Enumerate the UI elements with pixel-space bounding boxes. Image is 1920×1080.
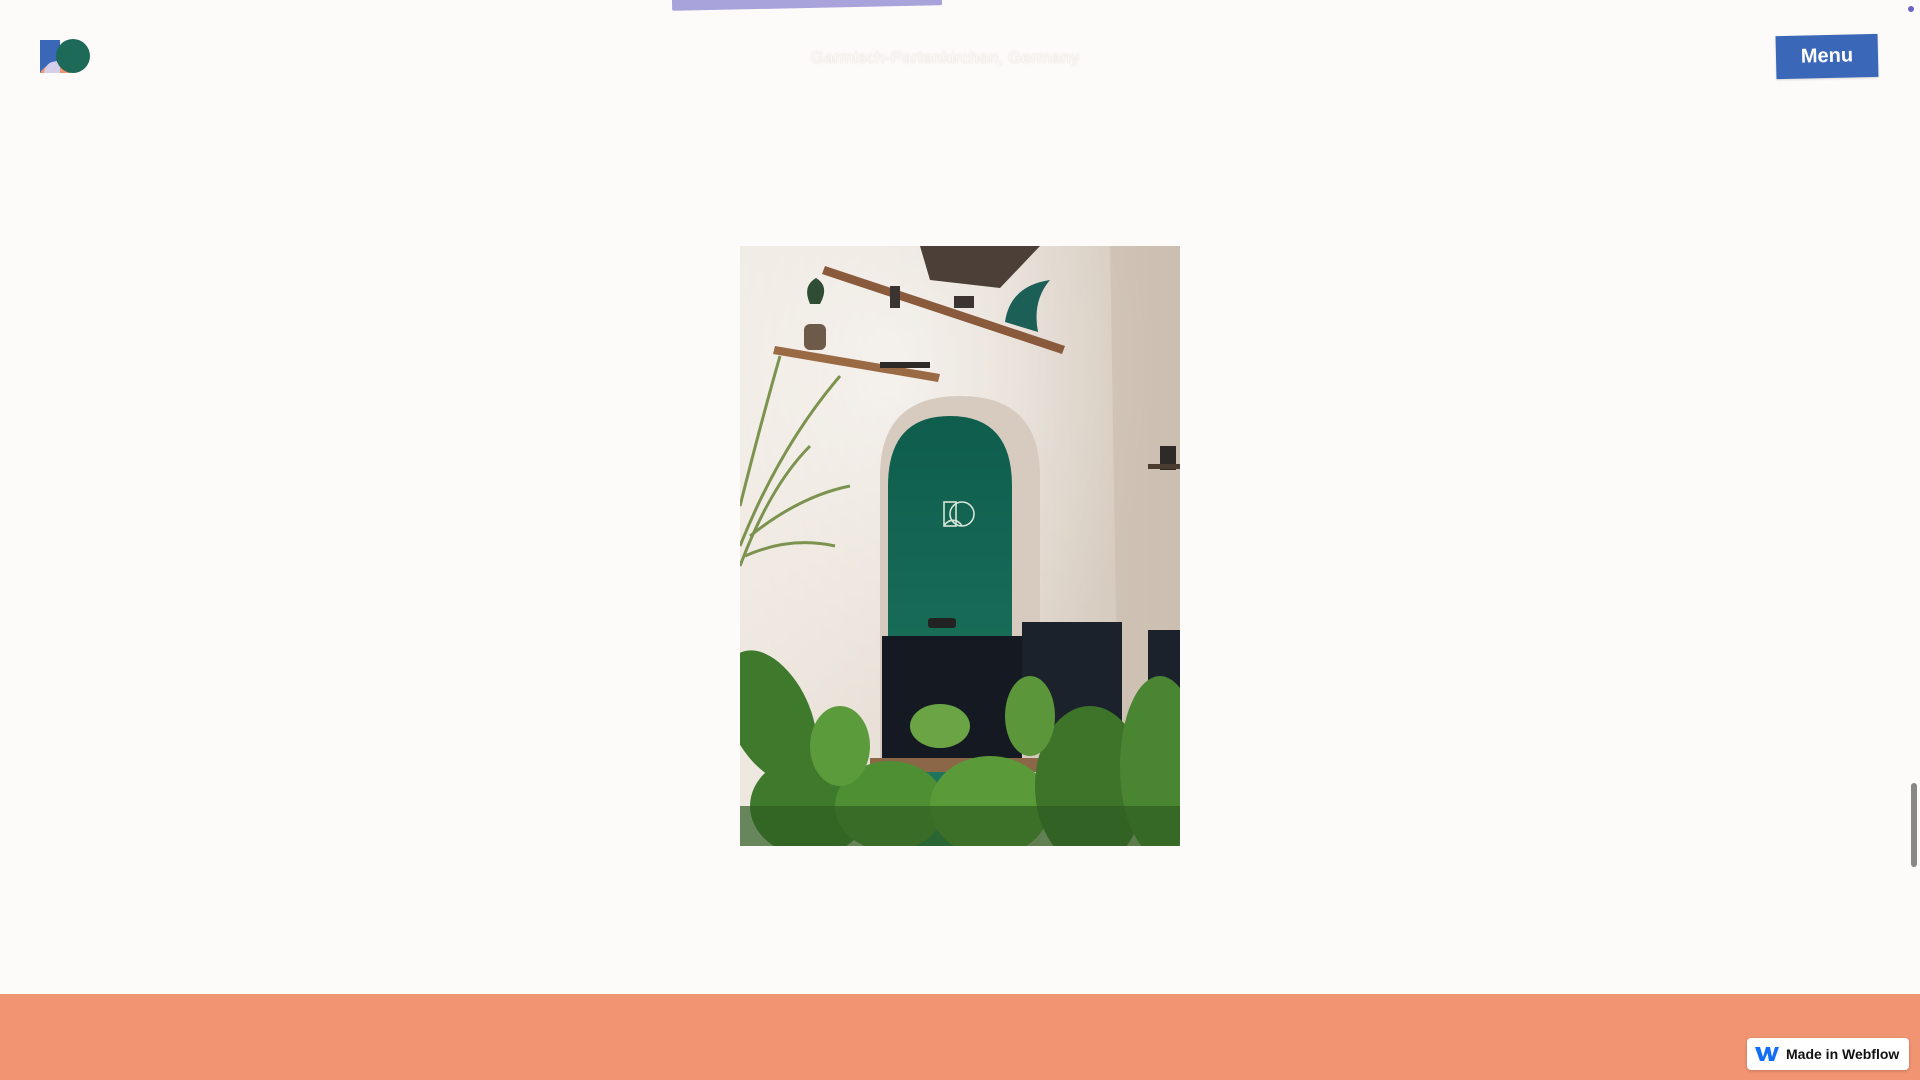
office-photo-illustration: [740, 246, 1180, 846]
office-photo: [740, 246, 1180, 846]
footer-band: [0, 994, 1920, 1080]
scroll-indicator-dot: [1908, 6, 1914, 12]
decorative-shape: [671, 0, 943, 11]
location-label: Garmisch-Partenkirchen, Germany: [810, 48, 1080, 67]
menu-button[interactable]: Menu: [1775, 33, 1879, 80]
scrollbar-thumb[interactable]: [1911, 783, 1917, 867]
scrollbar[interactable]: [1908, 0, 1920, 1000]
webflow-icon: [1755, 1047, 1779, 1061]
made-in-webflow-badge[interactable]: Made in Webflow: [1747, 1038, 1909, 1070]
badge-label: Made in Webflow: [1786, 1046, 1900, 1062]
page: Garmisch-Partenkirchen, Germany Menu Mad…: [0, 0, 1920, 1080]
